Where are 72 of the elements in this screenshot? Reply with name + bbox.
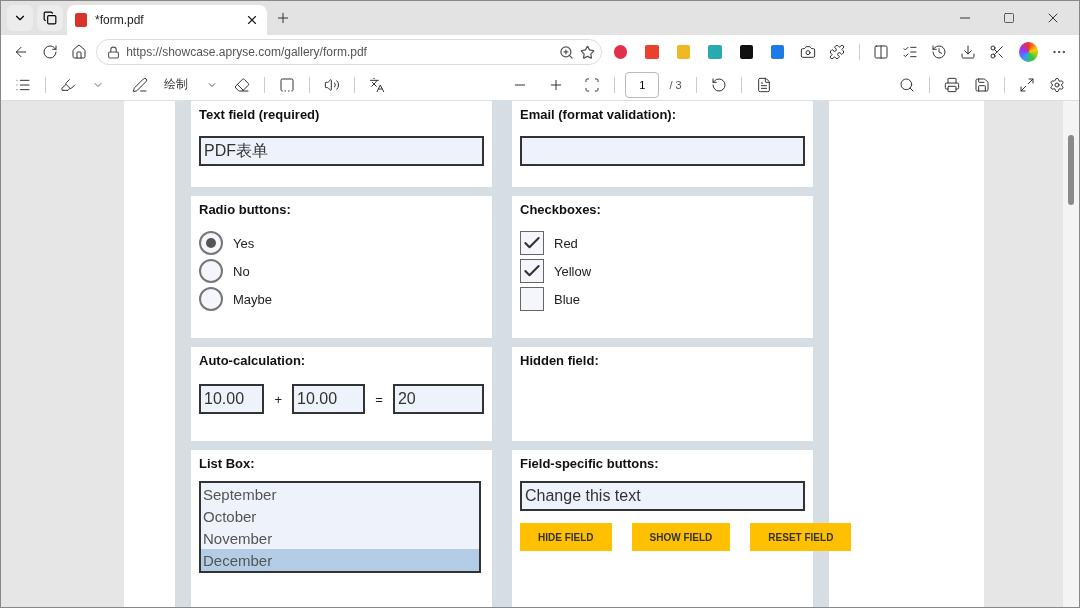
text-box-icon[interactable] bbox=[279, 76, 295, 93]
checkbox[interactable] bbox=[520, 231, 544, 255]
scrollbar-thumb[interactable] bbox=[1068, 135, 1074, 205]
translate-icon[interactable] bbox=[369, 76, 385, 93]
number-field[interactable]: 10.00 bbox=[199, 384, 265, 414]
option-label: Blue bbox=[554, 291, 581, 307]
section-title: Auto-calculation: bbox=[199, 353, 307, 368]
search-icon[interactable] bbox=[899, 76, 915, 93]
text-field[interactable]: PDF表单 bbox=[199, 136, 484, 166]
draw-label[interactable]: 绘制 bbox=[164, 76, 188, 93]
workspaces-button[interactable] bbox=[37, 5, 63, 31]
fullscreen-icon[interactable] bbox=[1019, 76, 1035, 93]
favorites-icon[interactable] bbox=[902, 44, 919, 60]
equals-sign: = bbox=[375, 391, 383, 407]
section-title: List Box: bbox=[199, 456, 256, 471]
split-screen-icon[interactable] bbox=[873, 44, 890, 60]
section-title: Radio buttons: bbox=[199, 202, 292, 217]
plus-sign: + bbox=[274, 391, 282, 407]
checkbox[interactable] bbox=[520, 287, 544, 311]
section-title: Field-specific buttons: bbox=[520, 456, 660, 471]
text-field[interactable]: Change this text bbox=[520, 481, 805, 511]
history-icon[interactable] bbox=[931, 44, 948, 60]
list-box[interactable]: September October November December bbox=[199, 481, 481, 573]
page-total: / 3 bbox=[669, 78, 682, 91]
read-aloud-icon[interactable] bbox=[324, 76, 340, 93]
browser-tab[interactable]: *form.pdf bbox=[67, 5, 267, 35]
section-title: Checkboxes: bbox=[520, 202, 602, 217]
list-item[interactable]: October bbox=[201, 505, 479, 527]
close-icon bbox=[245, 13, 259, 27]
radio-button[interactable] bbox=[199, 231, 223, 255]
save-icon[interactable] bbox=[974, 76, 990, 93]
checkbox[interactable] bbox=[520, 259, 544, 283]
settings-icon[interactable] bbox=[1049, 76, 1065, 93]
list-item[interactable]: September bbox=[201, 483, 479, 505]
option-label: No bbox=[233, 263, 250, 279]
pdf-icon bbox=[75, 13, 87, 27]
radio-button[interactable] bbox=[199, 287, 223, 311]
download-icon[interactable] bbox=[960, 44, 977, 60]
maximize-button[interactable] bbox=[1003, 12, 1015, 24]
refresh-button[interactable] bbox=[41, 44, 58, 60]
section-title: Hidden field: bbox=[520, 353, 600, 368]
stacked-squares-icon bbox=[43, 11, 57, 25]
print-icon[interactable] bbox=[944, 76, 960, 93]
page-view-icon[interactable] bbox=[755, 76, 772, 93]
option-label: Maybe bbox=[233, 291, 273, 307]
camera-icon[interactable] bbox=[800, 44, 816, 60]
form-button[interactable]: RESET FIELD bbox=[750, 523, 852, 551]
new-tab-button[interactable] bbox=[275, 10, 291, 26]
form-button[interactable]: SHOW FIELD bbox=[631, 523, 731, 551]
list-item[interactable]: November bbox=[201, 527, 479, 549]
option-label: Yellow bbox=[554, 263, 592, 279]
section-title: Email (format validation): bbox=[520, 107, 678, 122]
option-label: Yes bbox=[233, 235, 255, 251]
radio-button[interactable] bbox=[199, 259, 223, 283]
eraser-icon[interactable] bbox=[234, 76, 250, 93]
highlighter-icon[interactable] bbox=[60, 76, 76, 93]
number-field[interactable]: 10.00 bbox=[292, 384, 366, 414]
screenshot-icon[interactable] bbox=[989, 44, 1006, 60]
fit-page-icon[interactable] bbox=[584, 76, 601, 93]
rotate-icon[interactable] bbox=[710, 76, 727, 93]
pen-icon[interactable] bbox=[132, 76, 148, 93]
list-item[interactable]: December bbox=[201, 549, 479, 571]
form-button[interactable]: HIDE FIELD bbox=[520, 523, 612, 551]
home-button[interactable] bbox=[70, 44, 87, 60]
option-label: Red bbox=[554, 235, 578, 251]
profile-avatar[interactable] bbox=[1018, 42, 1038, 62]
extension-icon[interactable] bbox=[739, 45, 754, 59]
text-field[interactable] bbox=[520, 136, 805, 166]
extensions-icon[interactable] bbox=[829, 44, 846, 60]
section-title: Text field (required) bbox=[199, 107, 321, 122]
result-field[interactable]: 20 bbox=[392, 384, 484, 414]
page-number-field[interactable]: 1 bbox=[625, 71, 660, 98]
